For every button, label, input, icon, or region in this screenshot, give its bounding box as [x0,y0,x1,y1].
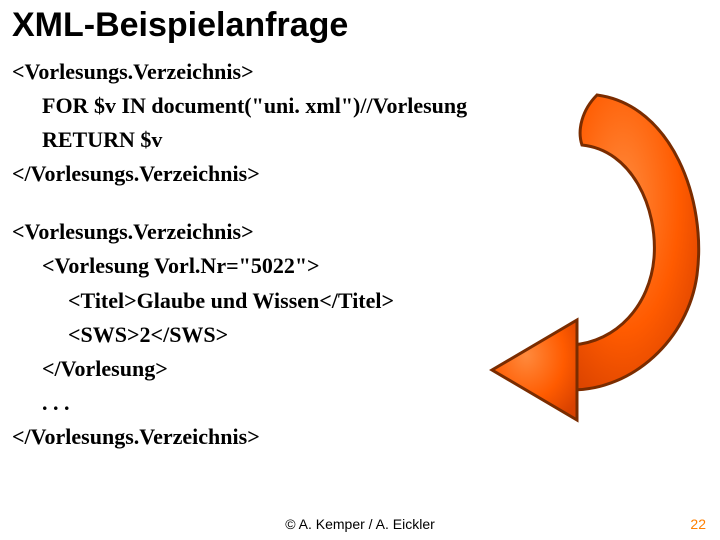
slide: XML-Beispielanfrage <Vorlesungs.Verzeich… [0,0,720,540]
page-title: XML-Beispielanfrage [12,6,708,45]
footer-page-number: 22 [690,516,706,532]
result-open-tag: <Vorlesungs.Verzeichnis> [12,219,254,244]
result-vorlesung-open: <Vorlesung Vorl.Nr="5022"> [12,249,708,283]
query-close-tag: </Vorlesungs.Verzeichnis> [12,161,260,186]
footer-copyright: © A. Kemper / A. Eickler [0,516,720,532]
result-sws: <SWS>2</SWS> [12,318,708,352]
result-close-tag: </Vorlesungs.Verzeichnis> [12,424,260,449]
query-for-line: FOR $v IN document("uni. xml")//Vorlesun… [12,89,708,123]
query-return-line: RETURN $v [12,123,708,157]
query-block: <Vorlesungs.Verzeichnis> FOR $v IN docum… [12,55,708,191]
query-open-tag: <Vorlesungs.Verzeichnis> [12,59,254,84]
result-ellipsis: . . . [12,386,708,420]
result-titel: <Titel>Glaube und Wissen</Titel> [12,284,708,318]
result-vorlesung-close: </Vorlesung> [12,352,708,386]
result-block: <Vorlesungs.Verzeichnis> <Vorlesung Vorl… [12,215,708,454]
